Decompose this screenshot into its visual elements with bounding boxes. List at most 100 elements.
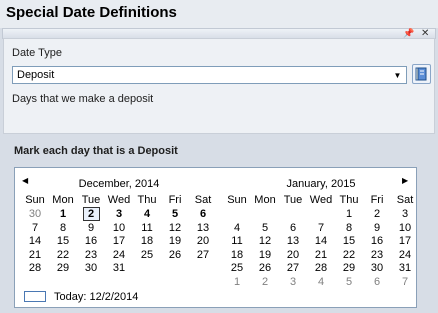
calendar-day[interactable]: 16	[77, 235, 105, 247]
calendar-day[interactable]: 23	[363, 249, 391, 261]
calendar-day[interactable]: 22	[49, 249, 77, 261]
calendar-day[interactable]: 26	[161, 249, 189, 261]
calendar-day[interactable]: 27	[189, 249, 217, 261]
calendar-day[interactable]: 9	[363, 222, 391, 234]
calendar-day[interactable]: 3	[105, 208, 133, 220]
calendar-day[interactable]: 5	[335, 276, 363, 288]
today-label: Today: 12/2/2014	[54, 291, 139, 303]
calendar-day[interactable]: 9	[77, 222, 105, 234]
calendar-day[interactable]: 4	[223, 222, 251, 234]
calendar-day[interactable]: 2	[251, 276, 279, 288]
calendar-day[interactable]: 7	[307, 222, 335, 234]
weekday-header: Fri	[370, 194, 384, 206]
calendar-day[interactable]: 29	[49, 262, 77, 274]
weekday-header: Fri	[168, 194, 182, 206]
calendar-day[interactable]: 27	[279, 262, 307, 274]
calendar-day[interactable]: 31	[105, 262, 133, 274]
calendar-day[interactable]: 6	[363, 276, 391, 288]
month-title: January, 2015	[286, 178, 356, 190]
calendar-day[interactable]: 17	[105, 235, 133, 247]
date-type-label: Date Type	[12, 47, 62, 59]
calendar-day[interactable]: 18	[133, 235, 161, 247]
calendar-day[interactable]: 21	[307, 249, 335, 261]
calendar-day[interactable]: 6	[279, 222, 307, 234]
calendar-day[interactable]: 1	[335, 208, 363, 220]
calendar-day[interactable]: 3	[279, 276, 307, 288]
calendar-day[interactable]: 4	[307, 276, 335, 288]
calendar-day[interactable]: 12	[251, 235, 279, 247]
weekday-header: Mon	[52, 194, 74, 206]
date-type-description: Days that we make a deposit	[12, 93, 154, 105]
calendar-day[interactable]: 1	[223, 276, 251, 288]
calendar-day[interactable]: 24	[105, 249, 133, 261]
calendar-day[interactable]: 5	[251, 222, 279, 234]
weekday-header: Wed	[309, 194, 333, 206]
calendar-day[interactable]: 25	[223, 262, 251, 274]
book-icon	[415, 67, 427, 81]
calendar-day[interactable]: 3	[391, 208, 419, 220]
weekday-header: Sat	[396, 194, 414, 206]
calendar-day[interactable]: 14	[307, 235, 335, 247]
calendar-day[interactable]: 4	[133, 208, 161, 220]
calendar-day[interactable]: 30	[77, 262, 105, 274]
calendar-day[interactable]: 28	[21, 262, 49, 274]
weekday-header: Tue	[81, 194, 101, 206]
calendar-day[interactable]: 30	[363, 262, 391, 274]
special-date-definitions-window: Special Date Definitions 📌 ✕ Date Type D…	[0, 0, 438, 313]
chevron-down-icon[interactable]: ▼	[389, 67, 406, 83]
calendar-day[interactable]: 8	[49, 222, 77, 234]
calendar-day[interactable]: 11	[133, 222, 161, 234]
calendar-day[interactable]: 1	[49, 208, 77, 220]
calendar-day[interactable]: 2	[363, 208, 391, 220]
weekday-header: Mon	[254, 194, 276, 206]
calendar-day[interactable]: 18	[223, 249, 251, 261]
calendar-day[interactable]: 16	[363, 235, 391, 247]
calendar-day[interactable]: 14	[21, 235, 49, 247]
calendar-day[interactable]: 21	[21, 249, 49, 261]
date-type-value: Deposit	[17, 69, 55, 81]
weekday-header: Sun	[227, 194, 247, 206]
calendar-day[interactable]: 20	[189, 235, 217, 247]
calendar-day[interactable]: 28	[307, 262, 335, 274]
weekday-header: Thu	[339, 194, 359, 206]
calendar-day[interactable]: 15	[335, 235, 363, 247]
calendar-day[interactable]: 23	[77, 249, 105, 261]
calendar-day[interactable]: 13	[279, 235, 307, 247]
today-swatch	[24, 291, 46, 302]
calendar: ◀ ▶ Today: 12/2/2014 December, 2014 Sun Mo…	[14, 167, 417, 308]
calendar-day[interactable]: 31	[391, 262, 419, 274]
calendar-day[interactable]: 26	[251, 262, 279, 274]
calendar-day[interactable]: 11	[223, 235, 251, 247]
calendar-day[interactable]: 19	[251, 249, 279, 261]
calendar-day[interactable]: 29	[335, 262, 363, 274]
calendar-day[interactable]: 15	[49, 235, 77, 247]
mark-days-heading: Mark each day that is a Deposit	[14, 145, 178, 157]
weekday-header: Thu	[137, 194, 157, 206]
calendar-day[interactable]: 12	[161, 222, 189, 234]
calendar-day[interactable]: 10	[391, 222, 419, 234]
calendar-day[interactable]: 25	[133, 249, 161, 261]
calendar-day[interactable]: 13	[189, 222, 217, 234]
calendar-day[interactable]: 17	[391, 235, 419, 247]
calendar-day[interactable]: 30	[21, 208, 49, 220]
calendar-day[interactable]: 8	[335, 222, 363, 234]
calendar-day[interactable]: 7	[391, 276, 419, 288]
calendar-day[interactable]: 2	[77, 208, 105, 220]
weekday-header: Sun	[25, 194, 45, 206]
window-title: Special Date Definitions	[0, 0, 438, 28]
date-type-dropdown[interactable]: Deposit ▼	[12, 66, 407, 84]
calendar-day[interactable]: 7	[21, 222, 49, 234]
calendar-day[interactable]: 10	[105, 222, 133, 234]
calendar-day[interactable]: 19	[161, 235, 189, 247]
calendar-day[interactable]: 6	[189, 208, 217, 220]
calendar-day[interactable]: 5	[161, 208, 189, 220]
calendar-day[interactable]: 22	[335, 249, 363, 261]
date-type-section: Date Type Deposit ▼ Days that we make a …	[3, 38, 435, 134]
calendar-day[interactable]: 20	[279, 249, 307, 261]
calendar-day[interactable]: 24	[391, 249, 419, 261]
month-title: December, 2014	[78, 178, 160, 190]
weekday-header: Tue	[283, 194, 303, 206]
weekday-header: Wed	[107, 194, 131, 206]
weekday-header: Sat	[194, 194, 212, 206]
edit-definition-button[interactable]	[412, 64, 431, 84]
